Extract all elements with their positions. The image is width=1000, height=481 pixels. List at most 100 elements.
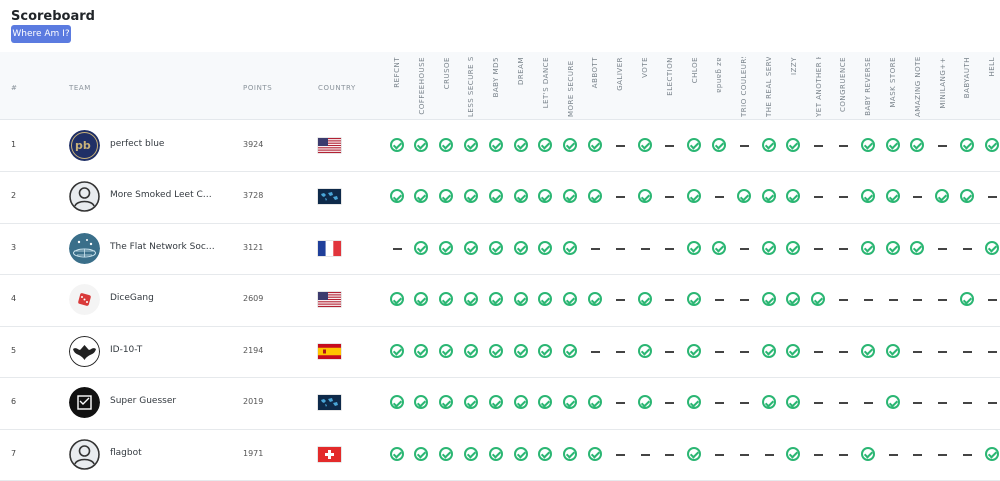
pb-logo-icon: pb bbox=[69, 129, 100, 161]
unsolved-dash-icon bbox=[835, 394, 852, 411]
where-am-i-button[interactable]: Where Am I? bbox=[11, 25, 71, 43]
solved-check-icon bbox=[785, 291, 802, 308]
team-name-link[interactable]: The Flat Network Soci... bbox=[110, 242, 215, 252]
solved-check-icon bbox=[785, 446, 802, 463]
unsolved-dash-icon bbox=[835, 188, 852, 205]
rank-number: 5 bbox=[11, 345, 17, 355]
solved-check-icon bbox=[860, 137, 877, 154]
solved-check-icon bbox=[537, 291, 554, 308]
team-points: 3924 bbox=[243, 139, 264, 149]
default-user-icon bbox=[69, 181, 100, 213]
unsolved-dash-icon bbox=[959, 240, 976, 257]
solved-check-icon bbox=[537, 188, 554, 205]
solved-check-icon bbox=[537, 137, 554, 154]
challenge-header: MORE SECURE SE bbox=[566, 57, 575, 117]
team-name-link[interactable]: DiceGang bbox=[110, 293, 215, 303]
points-header[interactable]: POINTS bbox=[243, 84, 272, 92]
unsolved-dash-icon bbox=[661, 291, 678, 308]
solved-check-icon bbox=[959, 291, 976, 308]
solved-check-icon bbox=[413, 137, 430, 154]
unsolved-dash-icon bbox=[736, 446, 753, 463]
solved-check-icon bbox=[785, 240, 802, 257]
unsolved-dash-icon bbox=[661, 240, 678, 257]
default-user-icon bbox=[69, 438, 100, 470]
solved-check-icon bbox=[562, 291, 579, 308]
challenge-header: CHLOE bbox=[690, 57, 699, 84]
solved-check-icon bbox=[513, 137, 530, 154]
solved-check-icon bbox=[413, 188, 430, 205]
challenge-header: BABYAUTH bbox=[963, 57, 972, 99]
table-row: 4 DiceGang 2609 bbox=[0, 275, 1000, 327]
solved-check-icon bbox=[761, 137, 778, 154]
solved-check-icon bbox=[637, 291, 654, 308]
solved-check-icon bbox=[488, 188, 505, 205]
unsolved-dash-icon bbox=[810, 394, 827, 411]
unsolved-dash-icon bbox=[810, 240, 827, 257]
dice-logo-icon bbox=[69, 284, 100, 316]
unsolved-dash-icon bbox=[661, 343, 678, 360]
unsolved-dash-icon bbox=[637, 446, 654, 463]
unsolved-dash-icon bbox=[835, 240, 852, 257]
world-flag-icon bbox=[318, 189, 341, 205]
solved-check-icon bbox=[537, 343, 554, 360]
solved-check-icon bbox=[562, 343, 579, 360]
challenge-header: AMAZING NOTES bbox=[913, 57, 922, 117]
solved-check-icon bbox=[463, 394, 480, 411]
team-name-link[interactable]: flagbot bbox=[110, 448, 215, 458]
unsolved-dash-icon bbox=[835, 291, 852, 308]
team-name-link[interactable]: ID-10-T bbox=[110, 345, 215, 355]
table-row: 6 Super Guesser 2019 bbox=[0, 378, 1000, 430]
unsolved-dash-icon bbox=[612, 394, 629, 411]
solved-check-icon bbox=[885, 240, 902, 257]
solved-check-icon bbox=[984, 137, 1000, 154]
unsolved-dash-icon bbox=[934, 446, 951, 463]
solved-check-icon bbox=[413, 446, 430, 463]
unsolved-dash-icon bbox=[959, 446, 976, 463]
unsolved-dash-icon bbox=[761, 446, 778, 463]
rank-header: # bbox=[11, 84, 18, 92]
solved-check-icon bbox=[909, 240, 926, 257]
team-name-link[interactable]: perfect blue bbox=[110, 139, 215, 149]
solved-check-icon bbox=[438, 446, 455, 463]
solved-check-icon bbox=[637, 137, 654, 154]
challenge-header: HELL bbox=[988, 57, 997, 77]
solved-check-icon bbox=[909, 137, 926, 154]
solved-check-icon bbox=[785, 394, 802, 411]
unsolved-dash-icon bbox=[612, 343, 629, 360]
solved-check-icon bbox=[463, 446, 480, 463]
solved-check-icon bbox=[637, 343, 654, 360]
solved-check-icon bbox=[587, 291, 604, 308]
challenge-header: VOTE bbox=[641, 57, 649, 78]
solved-check-icon bbox=[686, 291, 703, 308]
team-name-link[interactable]: More Smoked Leet Ch... bbox=[110, 190, 215, 200]
team-points: 1971 bbox=[243, 448, 264, 458]
challenge-header: MINILANG++ bbox=[938, 57, 947, 109]
unsolved-dash-icon bbox=[810, 343, 827, 360]
challenge-header: CRUSOE bbox=[442, 57, 451, 90]
solved-check-icon bbox=[488, 291, 505, 308]
unsolved-dash-icon bbox=[661, 394, 678, 411]
solved-check-icon bbox=[562, 188, 579, 205]
challenge-header: COFFEEHOUSE bbox=[417, 57, 426, 115]
unsolved-dash-icon bbox=[637, 240, 654, 257]
team-name-link[interactable]: Super Guesser bbox=[110, 396, 215, 406]
unsolved-dash-icon bbox=[835, 137, 852, 154]
rank-number: 2 bbox=[11, 191, 17, 201]
team-header[interactable]: TEAM bbox=[69, 84, 91, 92]
solved-check-icon bbox=[513, 446, 530, 463]
solved-check-icon bbox=[389, 137, 406, 154]
unsolved-dash-icon bbox=[661, 137, 678, 154]
challenge-header: DREAM bbox=[517, 57, 525, 86]
unsolved-dash-icon bbox=[661, 446, 678, 463]
unsolved-dash-icon bbox=[810, 446, 827, 463]
unsolved-dash-icon bbox=[909, 343, 926, 360]
solved-check-icon bbox=[513, 291, 530, 308]
unsolved-dash-icon bbox=[587, 343, 604, 360]
solved-check-icon bbox=[537, 240, 554, 257]
unsolved-dash-icon bbox=[587, 240, 604, 257]
unsolved-dash-icon bbox=[909, 291, 926, 308]
unsolved-dash-icon bbox=[612, 446, 629, 463]
unsolved-dash-icon bbox=[736, 291, 753, 308]
unsolved-dash-icon bbox=[885, 291, 902, 308]
challenge-header: TRIO COULEURS bbox=[740, 57, 749, 117]
